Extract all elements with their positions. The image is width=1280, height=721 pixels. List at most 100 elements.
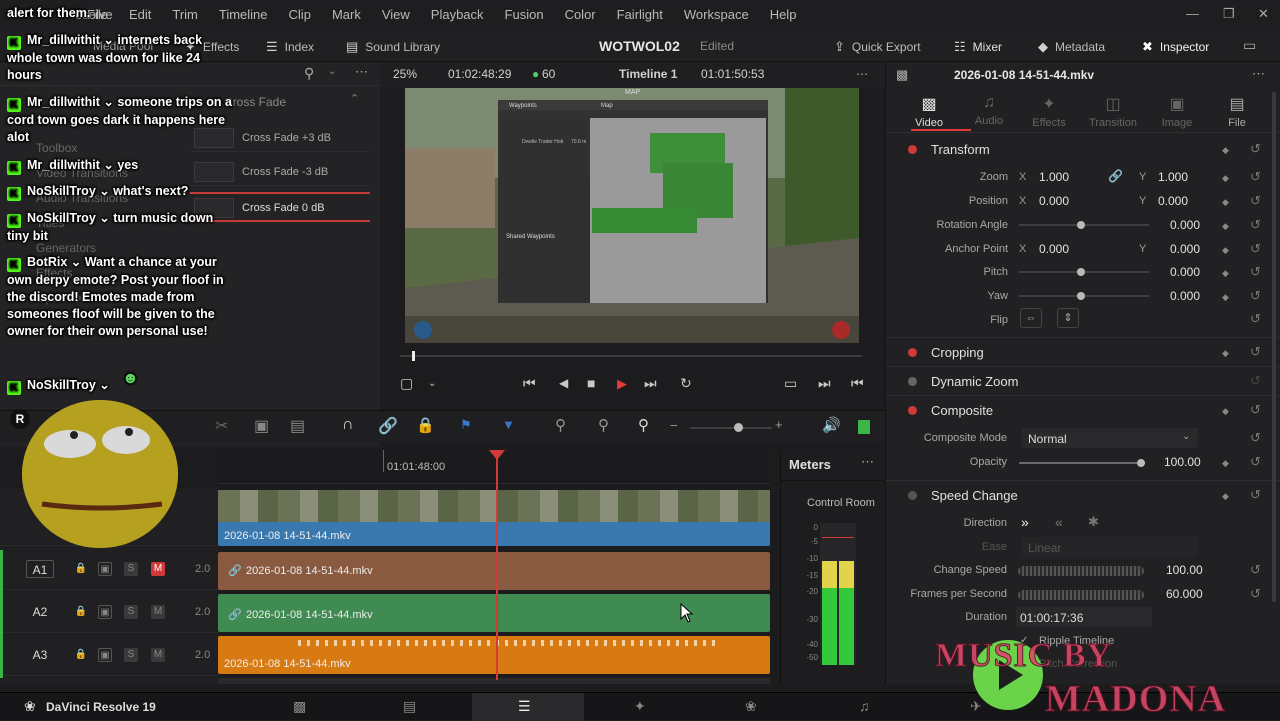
ease-dropdown[interactable]: Linear <box>1022 537 1198 557</box>
reverse-icon[interactable]: « <box>1055 514 1063 530</box>
pitch-slider-knob[interactable] <box>1077 268 1085 276</box>
fusion-page-icon[interactable]: ✦ <box>634 698 646 715</box>
chevron-down-icon[interactable]: ⌄ <box>428 378 436 389</box>
keyframe-icon[interactable]: ◆ <box>1222 458 1229 469</box>
keyframe-icon[interactable]: ◆ <box>1222 145 1229 156</box>
next-edit-icon[interactable]: ⏭ <box>818 375 831 392</box>
close-icon[interactable]: ✕ <box>1258 6 1269 22</box>
menu-help[interactable]: Help <box>770 7 797 22</box>
fps-field[interactable]: 60.000 <box>1166 587 1203 601</box>
blade-tool-icon[interactable]: ✂ <box>215 416 228 436</box>
yaw-slider-knob[interactable] <box>1077 292 1085 300</box>
rotation-slider-knob[interactable] <box>1077 221 1085 229</box>
media-page-icon[interactable]: ▩ <box>293 698 306 715</box>
reset-icon[interactable]: ↺ <box>1250 311 1261 327</box>
solo-button[interactable]: S <box>124 605 138 619</box>
snapping-icon[interactable]: ∩ <box>342 416 354 434</box>
change-speed-dial[interactable] <box>1018 566 1144 576</box>
link-icon[interactable]: 🔗 <box>378 416 398 436</box>
menu-fusion[interactable]: Fusion <box>505 7 544 22</box>
reset-icon[interactable]: ↺ <box>1250 487 1261 503</box>
keyframe-icon[interactable]: ◆ <box>1222 173 1229 184</box>
lock-icon[interactable]: 🔒 <box>416 416 435 434</box>
go-to-end-icon[interactable]: ⏭ <box>644 375 657 392</box>
reset-icon[interactable]: ↺ <box>1250 193 1261 209</box>
keyframe-icon[interactable]: ◆ <box>1222 292 1229 303</box>
change-speed-field[interactable]: 100.00 <box>1166 563 1203 577</box>
transform-overlay-icon[interactable]: ▢ <box>400 375 413 392</box>
menu-fairlight[interactable]: Fairlight <box>617 7 663 22</box>
track-label-a3[interactable]: A3 <box>26 646 54 664</box>
lock-icon[interactable]: 🔒 <box>74 648 88 662</box>
speed-change-enable-dot[interactable] <box>908 491 917 500</box>
play-reverse-icon[interactable]: ◀ <box>559 376 568 390</box>
quick-export-button[interactable]: ⇪ Quick Export <box>834 39 921 55</box>
keyframe-icon[interactable]: ◆ <box>1222 268 1229 279</box>
solo-button[interactable]: S <box>124 562 138 576</box>
zoom-x-field[interactable]: 1.000 <box>1039 170 1069 184</box>
reset-icon[interactable]: ↺ <box>1250 169 1261 185</box>
track-label-a2[interactable]: A2 <box>26 603 54 621</box>
opacity-slider-knob[interactable] <box>1137 459 1145 467</box>
go-to-start-icon[interactable]: ⏮ <box>523 375 536 392</box>
zoom-level[interactable]: 25% <box>393 67 417 81</box>
cut-page-icon[interactable]: ▤ <box>403 698 416 715</box>
zoom-full-icon[interactable]: ⚲ <box>555 416 566 434</box>
speed-change-title[interactable]: Speed Change <box>931 488 1018 503</box>
duration-field[interactable]: 01:00:17:36 <box>1016 607 1152 627</box>
timeline-tracks[interactable]: 2026-01-08 14-51-44.mkv 🔗 2026-01-08 14-… <box>218 488 770 684</box>
menu-playback[interactable]: Playback <box>431 7 484 22</box>
tab-transition[interactable]: ◫ Transition <box>1083 94 1143 129</box>
lock-icon[interactable]: 🔒 <box>74 562 88 576</box>
menu-mark[interactable]: Mark <box>332 7 361 22</box>
auto-select-icon[interactable]: ▣ <box>98 648 112 662</box>
more-options-icon[interactable]: ⋯ <box>861 454 874 470</box>
reset-icon[interactable]: ↺ <box>1250 562 1261 578</box>
viewer-scrub-bar[interactable] <box>400 355 862 357</box>
cropping-title[interactable]: Cropping <box>931 345 984 360</box>
reset-icon[interactable]: ↺ <box>1250 373 1261 389</box>
anchor-y-field[interactable]: 0.000 <box>1170 242 1200 256</box>
keyframe-icon[interactable]: ◆ <box>1222 197 1229 208</box>
flag-icon[interactable]: ⚑ <box>460 417 472 433</box>
auto-select-icon[interactable]: ▣ <box>98 562 112 576</box>
audio-clip-a1[interactable]: 🔗 2026-01-08 14-51-44.mkv <box>218 552 770 590</box>
volume-icon[interactable]: 🔊 <box>822 416 841 434</box>
mute-button[interactable]: M <box>151 605 165 619</box>
maximize-icon[interactable]: ❐ <box>1223 6 1235 22</box>
link-icon[interactable]: 🔗 <box>1108 169 1123 183</box>
sound-library-button[interactable]: ▤ Sound Library <box>346 39 440 55</box>
rotation-field[interactable]: 0.000 <box>1170 218 1200 232</box>
zoom-detail-icon[interactable]: ⚲ <box>598 416 609 434</box>
lock-icon[interactable]: 🔒 <box>74 605 88 619</box>
playhead-handle[interactable] <box>489 450 505 460</box>
composite-mode-dropdown[interactable]: Normal ⌄ <box>1022 428 1198 448</box>
audio-clip-a3[interactable]: 2026-01-08 14-51-44.mkv <box>218 636 770 674</box>
zoom-in-icon[interactable]: + <box>775 417 783 432</box>
reset-icon[interactable]: ↺ <box>1250 454 1261 470</box>
flip-horizontal-icon[interactable]: ⇔ <box>1020 308 1042 328</box>
dynamic-zoom-enable-dot[interactable] <box>908 377 917 386</box>
reset-icon[interactable]: ↺ <box>1250 402 1261 418</box>
flip-vertical-icon[interactable]: ⇕ <box>1057 308 1079 328</box>
previous-edit-icon[interactable]: ⏮ <box>851 375 864 392</box>
insert-clip-icon[interactable]: ▣ <box>254 416 269 436</box>
reset-icon[interactable]: ↺ <box>1250 430 1261 446</box>
pitch-field[interactable]: 0.000 <box>1170 265 1200 279</box>
yaw-field[interactable]: 0.000 <box>1170 289 1200 303</box>
fps-dial[interactable] <box>1018 590 1144 600</box>
menu-color[interactable]: Color <box>565 7 596 22</box>
loop-icon[interactable]: ↻ <box>680 375 692 392</box>
zoom-out-icon[interactable]: − <box>670 418 678 433</box>
section-enable-dot[interactable] <box>908 145 917 154</box>
reset-icon[interactable]: ↺ <box>1250 288 1261 304</box>
inspector-button[interactable]: ✖ Inspector <box>1142 39 1209 55</box>
chevron-down-icon[interactable]: ⌄ <box>328 66 336 77</box>
more-options-icon[interactable]: ⋯ <box>856 67 868 81</box>
minimize-icon[interactable]: — <box>1186 6 1199 21</box>
transform-title[interactable]: Transform <box>931 142 990 157</box>
layout-icon[interactable]: ▭ <box>1243 37 1256 54</box>
tab-effects[interactable]: ✦ Effects <box>1019 94 1079 129</box>
color-page-icon[interactable]: ❀ <box>745 698 757 715</box>
auto-select-icon[interactable]: ▣ <box>98 605 112 619</box>
